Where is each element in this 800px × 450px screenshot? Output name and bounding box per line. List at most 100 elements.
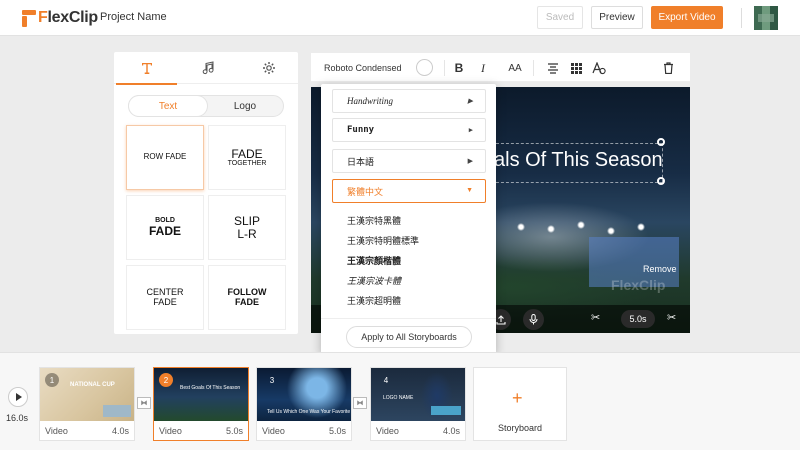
storyboard-clip[interactable]: NATIONAL CUP 1 Video 4.0s: [39, 367, 135, 441]
trim-icon[interactable]: ✂: [591, 311, 600, 324]
font-option[interactable]: 王漢宗特明體標準: [347, 234, 419, 247]
animation-tile-follow-fade[interactable]: FOLLOW FADE: [208, 265, 286, 330]
clip-number: 3: [269, 375, 275, 385]
animation-tile-fade-together[interactable]: FADE TOGETHER: [208, 125, 286, 190]
clip-footer: Video 5.0s: [257, 421, 351, 440]
clip-duration: 5.0s: [328, 425, 346, 436]
tile-sublabel: TOGETHER: [227, 160, 267, 168]
category-label: 日本語: [347, 156, 375, 167]
animation-tile-row-fade[interactable]: ROW FADE: [126, 125, 204, 190]
font-family-value: Roboto Condensed: [324, 63, 402, 73]
align-button[interactable]: [544, 59, 562, 77]
logo-mark-icon: [22, 9, 36, 27]
divider: [321, 318, 496, 319]
apply-to-all-button[interactable]: Apply to All Storyboards: [346, 326, 472, 348]
flexclip-logo[interactable]: FlexClip: [22, 9, 98, 27]
clip-type: Video: [159, 425, 182, 436]
plus-icon: +: [512, 388, 523, 408]
tab-settings[interactable]: [238, 52, 299, 84]
total-duration: 16.0s: [6, 413, 29, 423]
clip-number: 4: [383, 375, 389, 385]
caret-down-icon: ▼: [466, 187, 473, 194]
add-storyboard-label: Storyboard: [497, 423, 543, 433]
clip-type: Video: [376, 425, 399, 436]
thumb-shape: [103, 405, 131, 417]
canvas-title-text[interactable]: als Of This Season: [494, 149, 663, 172]
preview-button[interactable]: Preview: [591, 6, 643, 29]
tile-label: SLIP: [233, 213, 260, 228]
category-label: Handwriting: [347, 96, 394, 106]
divider: [533, 60, 534, 76]
font-size-button[interactable]: AA: [506, 59, 524, 77]
tile-sublabel: FADE: [234, 296, 259, 307]
saved-button[interactable]: Saved: [537, 6, 583, 29]
thumb-text: LOGO NAME: [383, 395, 414, 401]
bold-button[interactable]: B: [450, 59, 468, 77]
delete-button[interactable]: [659, 59, 677, 77]
font-option[interactable]: 王漢宗顏楷體: [347, 254, 401, 267]
animation-tile-bold-fade[interactable]: BOLD FADE: [126, 195, 204, 260]
storyboard-timeline: 16.0s NATIONAL CUP 1 Video 4.0s ⧓ Best G…: [0, 352, 800, 450]
clip-duration: 5.0s: [225, 425, 243, 436]
font-category-traditional-chinese[interactable]: 繁體中文 ▼: [332, 179, 486, 203]
storyboard-clip[interactable]: Tell Us Which One Was Your Favorite 3 Vi…: [256, 367, 352, 441]
export-video-button[interactable]: Export Video: [651, 6, 723, 29]
record-voice-button[interactable]: [523, 309, 544, 330]
clip-type: Video: [262, 425, 285, 436]
text-color-picker[interactable]: [416, 59, 433, 76]
text-effect-icon: [592, 61, 606, 74]
resize-handle[interactable]: [657, 177, 665, 185]
music-icon: [202, 61, 214, 75]
thumb-text: Best Goals Of This Season: [180, 385, 241, 391]
clip-type: Video: [45, 425, 68, 436]
resize-handle[interactable]: [657, 138, 665, 146]
play-button[interactable]: [8, 387, 28, 407]
font-option[interactable]: 王漢宗特黑體: [347, 214, 401, 227]
thumb-text: Tell Us Which One Was Your Favorite: [267, 409, 351, 415]
font-category-handwriting[interactable]: Handwriting ▶: [332, 89, 486, 113]
project-name[interactable]: Project Name: [100, 11, 167, 23]
text-icon: [141, 63, 152, 74]
storyboard-clip-selected[interactable]: Best Goals Of This Season 2 Video 5.0s: [153, 367, 249, 441]
grid-icon: [570, 62, 582, 74]
clip-duration[interactable]: 5.0s: [621, 310, 655, 328]
text-logo-switch: Text Logo: [128, 95, 284, 117]
microphone-icon: [529, 314, 538, 325]
tile-sublabel: FADE: [148, 224, 181, 239]
thumb-text: NATIONAL CUP: [70, 382, 115, 388]
tab-music[interactable]: [177, 52, 238, 84]
transition-button[interactable]: ⧓: [137, 397, 151, 409]
tile-sublabel: FADE: [153, 296, 177, 307]
text-toolbar: Roboto Condensed ⬍ B I AA: [311, 53, 690, 82]
animation-tile-center-fade[interactable]: CENTER FADE: [126, 265, 204, 330]
italic-button[interactable]: I: [474, 59, 492, 77]
animation-tile-slip-lr[interactable]: SLIP L-R: [208, 195, 286, 260]
segment-text[interactable]: Text: [129, 96, 207, 116]
tile-label: ROW FADE: [143, 152, 187, 162]
text-style-button[interactable]: [590, 59, 608, 77]
tab-text[interactable]: [116, 52, 177, 85]
category-label: Funny: [347, 125, 375, 135]
grid-layout-button[interactable]: [567, 59, 585, 77]
font-dropdown: Handwriting ▶ Funny ▶ 日本語 ▶ 繁體中文 ▼ 王漢宗特黑…: [321, 84, 496, 354]
align-center-icon: [548, 63, 558, 74]
divider: [444, 60, 445, 76]
font-option[interactable]: 王漢宗超明體: [347, 294, 401, 307]
segment-logo[interactable]: Logo: [206, 96, 284, 116]
transition-button[interactable]: ⧓: [353, 397, 367, 409]
transition-icon: ⧓: [140, 400, 148, 407]
add-storyboard-button[interactable]: + Storyboard: [473, 367, 567, 441]
split-icon[interactable]: ✂: [667, 311, 676, 324]
remove-overlay-button[interactable]: Remove: [643, 264, 677, 274]
trash-icon: [663, 62, 673, 74]
font-category-japanese[interactable]: 日本語 ▶: [332, 149, 486, 173]
font-option[interactable]: 王漢宗波卡體: [347, 274, 401, 287]
top-bar: FlexClip Project Name Saved Preview Expo…: [0, 0, 800, 36]
clip-number: 1: [45, 373, 59, 387]
font-category-funny[interactable]: Funny ▶: [332, 118, 486, 142]
storyboard-clip[interactable]: LOGO NAME 4 Video 4.0s: [370, 367, 466, 441]
avatar[interactable]: [754, 6, 778, 30]
clip-number: 2: [159, 373, 173, 387]
clip-footer: Video 4.0s: [371, 421, 465, 440]
font-family-select[interactable]: Roboto Condensed ⬍: [324, 60, 402, 76]
